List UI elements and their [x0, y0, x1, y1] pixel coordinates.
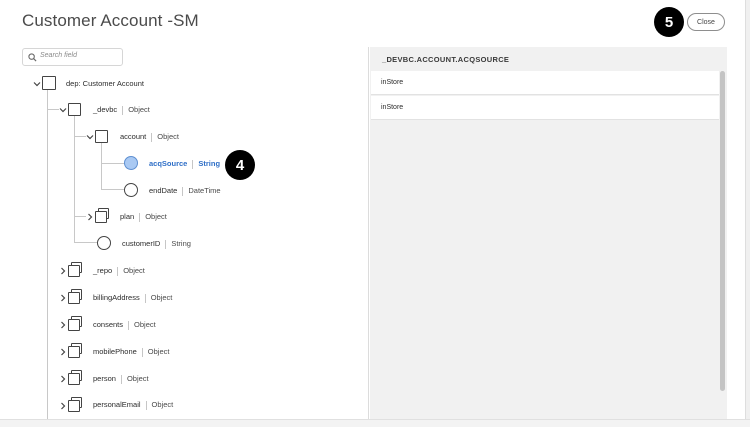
tree-line: [74, 242, 98, 243]
field-radio[interactable]: [97, 236, 111, 250]
tree-item-devbc[interactable]: _devbc Object: [93, 105, 150, 115]
field-type: Object: [145, 212, 167, 221]
tree-item-billingaddress[interactable]: billingAddress Object: [93, 293, 172, 303]
field-type: Object: [147, 347, 170, 356]
field-name: mobilePhone: [93, 347, 137, 356]
tree-item-mobilephone[interactable]: mobilePhone Object: [93, 347, 169, 357]
field-name: billingAddress: [93, 293, 140, 302]
window-edge: [745, 0, 750, 426]
chevron-down-icon[interactable]: [59, 106, 67, 114]
field-type: Object: [157, 132, 179, 141]
field-type: Object: [134, 320, 156, 329]
dialog-title: Customer Account -SM: [22, 11, 199, 30]
field-type: Object: [128, 105, 150, 114]
field-type: String: [198, 159, 221, 168]
tree-item-customerid[interactable]: customerID String: [122, 239, 191, 249]
search-icon: [28, 53, 37, 62]
tree-item-acqsource[interactable]: acqSource String: [149, 159, 220, 169]
field-name: consents: [93, 320, 124, 329]
tree-item-consents[interactable]: consents Object: [93, 320, 156, 330]
annotation-badge-field: 4: [225, 150, 255, 180]
field-name: _devbc: [93, 105, 118, 114]
tree-root-label[interactable]: dep: Customer Account: [66, 79, 144, 88]
search-placeholder: Search field: [40, 52, 77, 59]
search-field[interactable]: Search field: [22, 48, 123, 66]
field-type: Object: [151, 400, 174, 409]
tree-line: [74, 216, 86, 217]
field-name: acqSource: [149, 159, 188, 168]
object-node-icon: [68, 103, 81, 116]
annotation-badge-close: 5: [654, 7, 684, 37]
field-radio[interactable]: [124, 183, 138, 197]
chevron-right-icon[interactable]: [59, 321, 67, 329]
object-node-icon: [95, 130, 108, 143]
field-name: plan: [120, 212, 135, 221]
tree-line: [47, 109, 59, 110]
field-name: _repo: [93, 266, 113, 275]
chevron-right-icon[interactable]: [59, 267, 67, 275]
tree-item-repo[interactable]: _repo Object: [93, 266, 145, 276]
chevron-down-icon[interactable]: [86, 133, 94, 141]
sample-values-header: _DEVBC.ACCOUNT.ACQSOURCE: [370, 47, 727, 71]
field-type: DateTime: [188, 186, 221, 195]
chevron-right-icon[interactable]: [59, 294, 67, 302]
tree-line: [101, 189, 125, 190]
field-type: Object: [126, 374, 149, 383]
field-name: customerID: [122, 239, 161, 248]
field-type: String: [171, 239, 191, 248]
tree-line: [101, 142, 102, 189]
chevron-right-icon[interactable]: [86, 213, 94, 221]
chevron-right-icon[interactable]: [59, 348, 67, 356]
field-name: person: [93, 374, 116, 383]
tree-line: [74, 136, 86, 137]
chevron-right-icon[interactable]: [59, 402, 67, 410]
field-name: personalEmail: [93, 400, 141, 409]
object-node-icon: [42, 76, 56, 90]
tree-line: [101, 163, 125, 164]
close-button[interactable]: Close: [687, 13, 725, 31]
scrollbar-thumb[interactable]: [720, 71, 725, 391]
tree-item-account[interactable]: account Object: [120, 132, 179, 142]
chevron-down-icon[interactable]: [33, 80, 41, 88]
tree-item-personalemail[interactable]: personalEmail Object: [93, 400, 173, 410]
tree-item-plan[interactable]: plan Object: [120, 212, 167, 222]
field-path-label: _DEVBC.ACCOUNT.ACQSOURCE: [382, 55, 510, 64]
chevron-right-icon[interactable]: [59, 375, 67, 383]
field-name: endDate: [149, 186, 178, 195]
field-name: account: [120, 132, 147, 141]
tree-item-enddate[interactable]: endDate DateTime: [149, 186, 221, 196]
sample-value: inStore: [381, 104, 404, 111]
tree-item-person[interactable]: person Object: [93, 374, 149, 384]
sample-value: inStore: [381, 79, 404, 86]
field-type: Object: [123, 266, 145, 275]
sample-value-row: inStore: [371, 71, 719, 95]
tree-line: [74, 116, 75, 242]
tree-line: [47, 89, 48, 419]
sample-value-row: inStore: [371, 96, 719, 120]
panel-divider: [368, 47, 369, 419]
selected-field-radio[interactable]: [124, 156, 138, 170]
field-type: Object: [150, 293, 173, 302]
